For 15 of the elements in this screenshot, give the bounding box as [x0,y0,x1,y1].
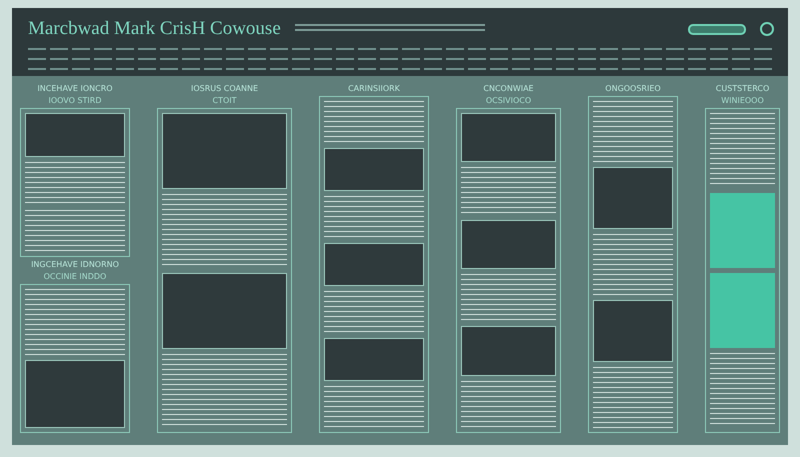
column-heading: CNCONWIAE [482,84,535,93]
column-subheading: OCCINIE INDDO [42,272,108,281]
column-subheading: IOOVO STIRD [47,96,103,105]
column-heading: CUSTSTERCO [714,84,770,93]
column-heading: INGCEHAVE IDNORNO [30,260,120,269]
column-heading: IOSRUS COANNE [190,84,259,93]
column-heading: ONGOOSRIEO [604,84,662,93]
column-heading: CARINSIIORK [347,84,401,93]
column-heading: INCEHAVE IONCRO [36,84,114,93]
column-subheading: CTOIT [211,96,238,105]
column-subheading: WINIEOOO [720,96,765,105]
app-title: Marcbwad Mark CrisH Cowouse [28,18,281,40]
toggle-bar-icon[interactable] [688,24,746,34]
column-subheading: OCSIVIOCO [484,96,532,105]
circle-icon[interactable] [760,22,774,36]
